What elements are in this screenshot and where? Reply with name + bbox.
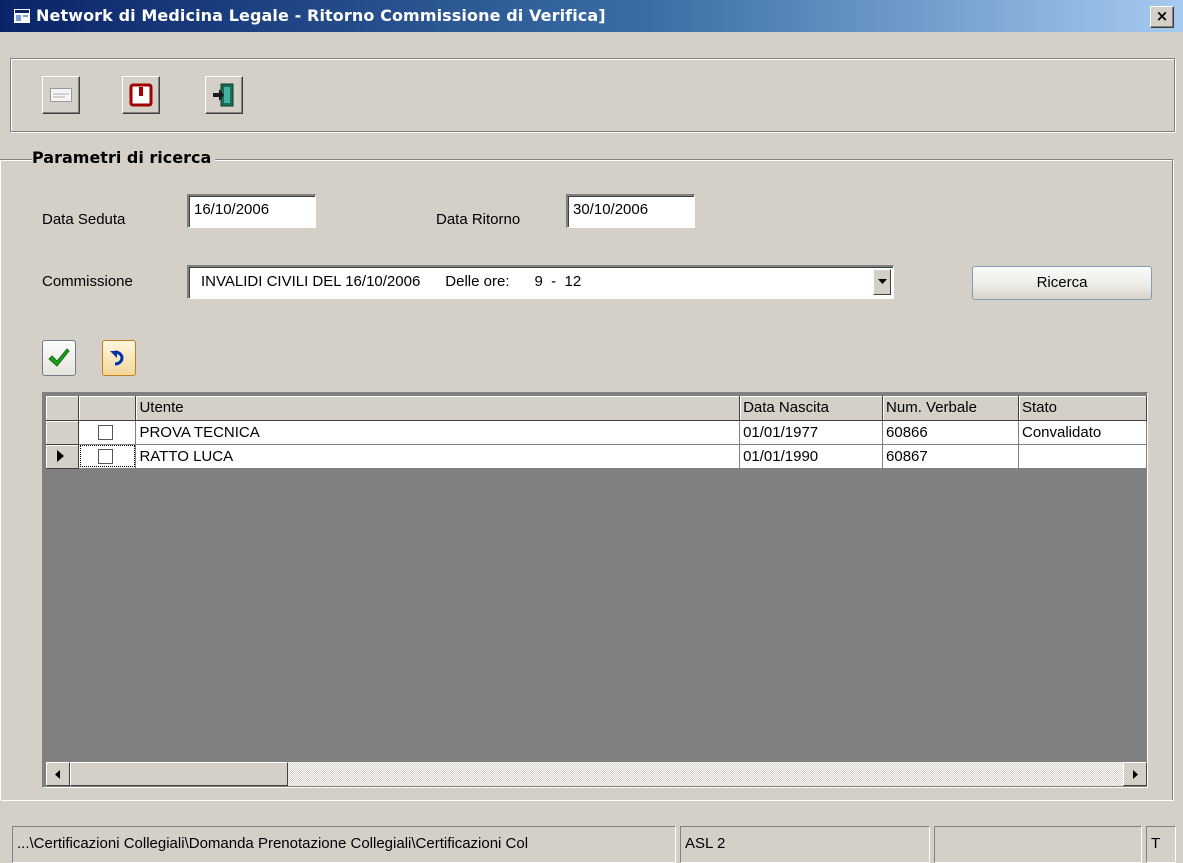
status-empty [934, 826, 1142, 863]
toolbar [10, 58, 1175, 132]
table-row[interactable]: PROVA TECNICA 01/01/1977 60866 Convalida… [46, 420, 1148, 445]
header-row: Utente Data Nascita Num. Verbale Stato [46, 396, 1148, 421]
scroll-left-button[interactable] [46, 762, 70, 786]
commissione-select[interactable]: INVALIDI CIVILI DEL 16/10/2006 Delle ore… [187, 265, 894, 299]
ricerca-button[interactable]: Ricerca [972, 266, 1152, 300]
mail-button[interactable] [42, 76, 80, 114]
cell-data-nascita[interactable]: 01/01/1977 [739, 420, 884, 445]
window-title: Network di Medicina Legale - Ritorno Com… [36, 6, 606, 25]
data-seduta-label: Data Seduta [42, 211, 126, 228]
envelope-icon [50, 88, 72, 102]
undo-icon [110, 350, 124, 366]
row-checkbox-cell[interactable] [78, 420, 137, 445]
row-checkbox-cell[interactable] [78, 444, 137, 469]
scroll-right-button[interactable] [1123, 762, 1147, 786]
dropdown-button[interactable] [873, 269, 891, 295]
row-header[interactable] [46, 420, 80, 445]
current-row-arrow-icon [57, 450, 64, 462]
commissione-label: Commissione [42, 273, 133, 290]
column-header-data-nascita[interactable]: Data Nascita [739, 396, 884, 421]
scroll-thumb[interactable] [70, 762, 288, 786]
arrow-left-icon [55, 769, 60, 779]
exit-button[interactable] [205, 76, 243, 114]
column-header-utente[interactable]: Utente [135, 396, 741, 421]
status-bar: ...\Certificazioni Collegiali\Domanda Pr… [0, 826, 1183, 863]
cell-utente[interactable]: RATTO LUCA [135, 444, 741, 469]
cell-data-nascita[interactable]: 01/01/1990 [739, 444, 884, 469]
cell-stato[interactable] [1018, 444, 1148, 469]
status-asl: ASL 2 [680, 826, 930, 863]
shutdown-button[interactable] [122, 76, 160, 114]
row-checkbox[interactable] [98, 449, 114, 465]
results-grid[interactable]: Utente Data Nascita Num. Verbale Stato P… [42, 392, 1148, 788]
scroll-track[interactable] [288, 762, 1123, 786]
cell-num-verbale[interactable]: 60867 [882, 444, 1019, 469]
close-icon: × [1155, 7, 1169, 25]
undo-button[interactable] [102, 340, 136, 376]
power-icon [129, 83, 153, 107]
app-icon [14, 9, 30, 23]
cell-utente[interactable]: PROVA TECNICA [135, 420, 741, 445]
data-ritorno-field[interactable]: 30/10/2006 [566, 194, 695, 228]
data-ritorno-label: Data Ritorno [436, 211, 521, 228]
column-header-num-verbale[interactable]: Num. Verbale [882, 396, 1019, 421]
row-checkbox[interactable] [98, 425, 114, 441]
group-title: Parametri di ricerca [32, 148, 216, 167]
confirm-button[interactable] [42, 340, 76, 376]
corner-header [46, 396, 80, 421]
status-path: ...\Certificazioni Collegiali\Domanda Pr… [12, 826, 676, 863]
checkmark-icon [48, 348, 70, 367]
horizontal-scrollbar[interactable] [46, 762, 1147, 786]
row-header-current[interactable] [46, 444, 80, 469]
table-row[interactable]: RATTO LUCA 01/01/1990 60867 [46, 444, 1148, 469]
cell-num-verbale[interactable]: 60866 [882, 420, 1019, 445]
select-column-header [78, 396, 137, 421]
cell-stato[interactable]: Convalidato [1018, 420, 1148, 445]
column-header-stato[interactable]: Stato [1018, 396, 1148, 421]
results-table: Utente Data Nascita Num. Verbale Stato P… [46, 396, 1148, 469]
arrow-right-icon [1133, 769, 1138, 779]
exit-door-icon [213, 83, 234, 107]
status-mode: T [1146, 826, 1176, 863]
title-bar: Network di Medicina Legale - Ritorno Com… [0, 0, 1183, 32]
data-seduta-field[interactable]: 16/10/2006 [187, 194, 316, 228]
commissione-value: INVALIDI CIVILI DEL 16/10/2006 Delle ore… [201, 273, 582, 290]
chevron-down-icon [877, 279, 887, 284]
close-button[interactable]: × [1150, 6, 1174, 28]
